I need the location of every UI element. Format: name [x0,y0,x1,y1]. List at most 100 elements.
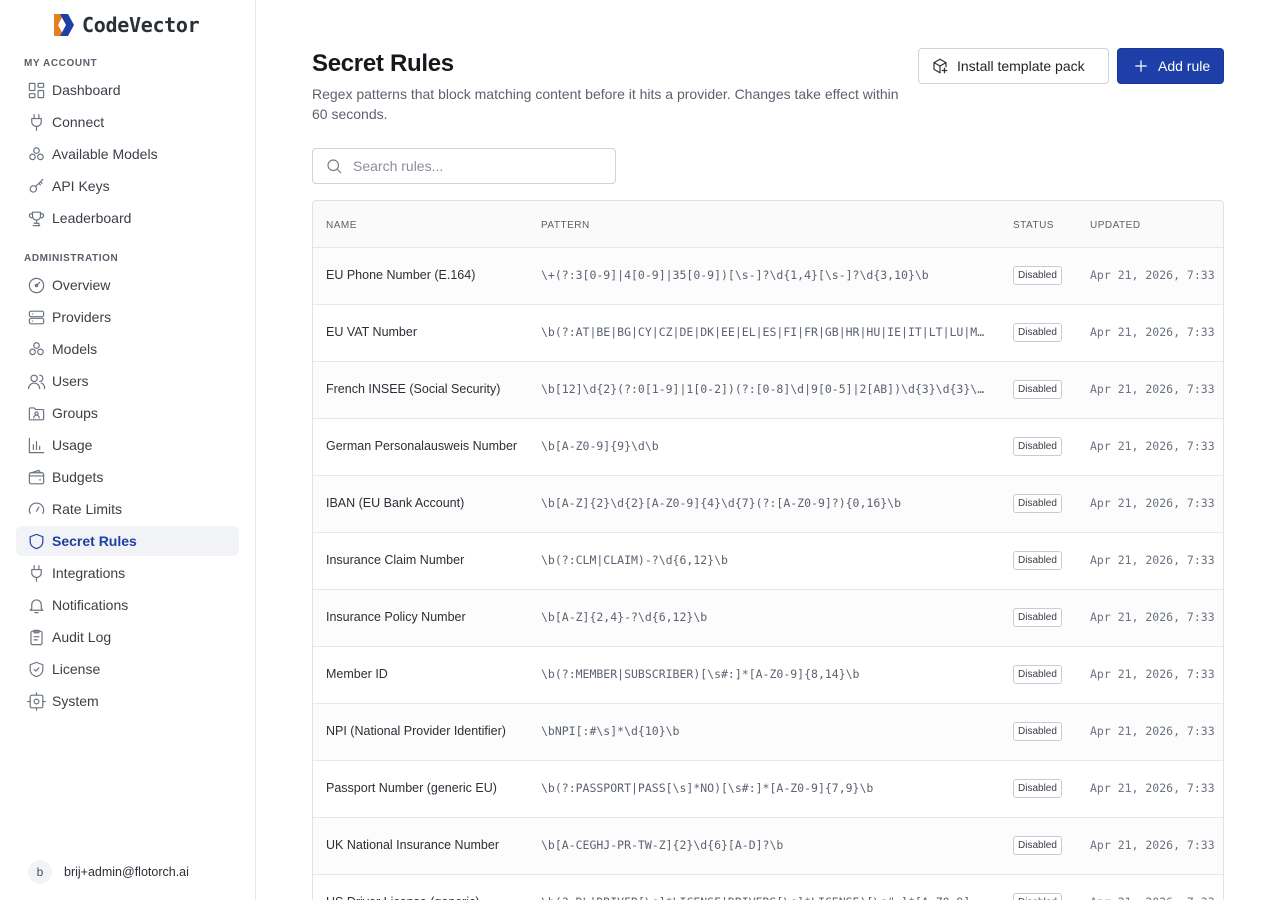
sidebar-item-groups[interactable]: Groups [16,398,239,428]
dashboard-icon [26,80,46,100]
status-badge: Disabled [1013,551,1062,570]
rule-updated: Apr 21, 2026, 7:33 [1090,553,1215,567]
sidebar-item-label: Connect [52,114,105,130]
rule-pattern: \b[A-Z0-9]{9}\d\b [541,439,659,453]
rule-name: Passport Number (generic EU) [326,781,497,795]
sidebar-item-providers[interactable]: Providers [16,302,239,332]
table-row[interactable]: Passport Number (generic EU) \b(?:PASSPOR… [313,761,1223,818]
table-row[interactable]: UK National Insurance Number \b[A-CEGHJ-P… [313,818,1223,875]
sidebar-item-budgets[interactable]: Budgets [16,462,239,492]
models-icon [26,144,46,164]
wallet-icon [26,467,46,487]
shield-check-icon [26,659,46,679]
rule-pattern: \b(?:PASSPORT|PASS[\s]*NO)[\s#:]*[A-Z0-9… [541,781,874,795]
search-input[interactable] [353,158,603,174]
sidebar-item-secret-rules[interactable]: Secret Rules [16,526,239,556]
sidebar-item-label: Models [52,341,98,357]
rule-name: EU VAT Number [326,325,417,339]
sidebar-item-models[interactable]: Models [16,334,239,364]
table-row[interactable]: IBAN (EU Bank Account) \b[A-Z]{2}\d{2}[A-… [313,476,1223,533]
sidebar-item-label: Integrations [52,565,126,581]
rule-updated: Apr 21, 2026, 7:33 [1090,667,1215,681]
rule-pattern: \b[A-CEGHJ-PR-TW-Z]{2}\d{6}[A-D]?\b [541,838,784,852]
table-row[interactable]: EU Phone Number (E.164) \+(?:3[0-9]|4[0-9… [313,248,1223,305]
install-template-pack-button[interactable]: Install template pack [918,48,1109,84]
rule-updated: Apr 21, 2026, 7:33 [1090,325,1215,339]
sidebar: CodeVector MY ACCOUNT Dashboard Connect Av… [0,0,256,900]
sidebar-item-notifications[interactable]: Notifications [16,590,239,620]
server-icon [26,307,46,327]
rule-pattern: \b[A-Z]{2}\d{2}[A-Z0-9]{4}\d{7}(?:[A-Z0-… [541,496,902,510]
sidebar-item-label: License [52,661,101,677]
rule-pattern: \b(?:DL|DRIVER[\s]*LICENSE|DRIVERS[\s]*L… [541,895,989,900]
plus-icon [1135,60,1147,72]
sidebar-item-connect[interactable]: Connect [16,107,239,137]
sidebar-item-integrations[interactable]: Integrations [16,558,239,588]
user-menu[interactable]: b brij+admin@flotorch.ai [28,860,189,884]
status-badge: Disabled [1013,266,1062,285]
sidebar-item-license[interactable]: License [16,654,239,684]
table-row[interactable]: NPI (National Provider Identifier) \bNPI[… [313,704,1223,761]
rule-updated: Apr 21, 2026, 7:33 [1090,781,1215,795]
rule-pattern: \b[12]\d{2}(?:0[1-9]|1[0-2])(?:[0-8]\d|9… [541,382,989,396]
sidebar-item-usage[interactable]: Usage [16,430,239,460]
rule-pattern: \bNPI[:#\s]*\d{10}\b [541,724,680,738]
rule-name: Insurance Claim Number [326,553,465,567]
bell-icon [26,595,46,615]
sidebar-item-label: Budgets [52,469,104,485]
sidebar-item-label: Audit Log [52,629,112,645]
column-header-updated[interactable]: UPDATED [1090,220,1141,231]
table-header: NAME PATTERN STATUS UPDATED [313,201,1223,248]
rule-updated: Apr 21, 2026, 7:33 [1090,838,1215,852]
sidebar-item-leaderboard[interactable]: Leaderboard [16,203,239,233]
table-row[interactable]: French INSEE (Social Security) \b[12]\d{2… [313,362,1223,419]
rule-updated: Apr 21, 2026, 7:33 [1090,610,1215,624]
table-row[interactable]: German Personalausweis Number \b[A-Z0-9]{… [313,419,1223,476]
sidebar-item-label: System [52,693,99,709]
rule-name: German Personalausweis Number [326,439,518,453]
search-icon [327,159,342,174]
models-icon [26,339,46,359]
package-plus-icon [933,58,948,74]
sidebar-item-available-models[interactable]: Available Models [16,139,239,169]
sidebar-item-label: Dashboard [52,82,121,98]
section-label-administration: ADMINISTRATION [24,253,119,264]
rule-updated: Apr 21, 2026, 7:33 [1090,895,1215,900]
search-box[interactable] [312,148,616,184]
shield-icon [26,531,46,551]
app-name: CodeVector [82,13,200,37]
logo[interactable]: CodeVector [52,11,200,39]
sidebar-item-label: Groups [52,405,98,421]
sidebar-item-system[interactable]: System [16,686,239,716]
section-label-my-account: MY ACCOUNT [24,58,98,69]
status-badge: Disabled [1013,608,1062,627]
rule-updated: Apr 21, 2026, 7:33 [1090,724,1215,738]
table-row[interactable]: Insurance Policy Number \b[A-Z]{2,4}-?\d{… [313,590,1223,647]
table-row[interactable]: EU VAT Number \b(?:AT|BE|BG|CY|CZ|DE|DK|E… [313,305,1223,362]
sidebar-item-audit-log[interactable]: Audit Log [16,622,239,652]
column-header-status[interactable]: STATUS [1013,220,1054,231]
avatar: b [28,860,52,884]
add-rule-label: Add rule [1158,58,1211,74]
sidebar-item-api-keys[interactable]: API Keys [16,171,239,201]
table-row[interactable]: Member ID \b(?:MEMBER|SUBSCRIBER)[\s#:]*[… [313,647,1223,704]
status-badge: Disabled [1013,893,1062,900]
column-header-pattern[interactable]: PATTERN [541,220,590,231]
status-badge: Disabled [1013,380,1062,399]
rule-pattern: \b(?:MEMBER|SUBSCRIBER)[\s#:]*[A-Z0-9]{8… [541,667,860,681]
rule-pattern: \b[A-Z]{2,4}-?\d{6,12}\b [541,610,708,624]
status-badge: Disabled [1013,665,1062,684]
rule-name: UK National Insurance Number [326,838,499,852]
rule-pattern: \b(?:AT|BE|BG|CY|CZ|DE|DK|EE|EL|ES|FI|FR… [541,325,989,339]
sidebar-item-overview[interactable]: Overview [16,270,239,300]
sidebar-item-users[interactable]: Users [16,366,239,396]
table-row[interactable]: Insurance Claim Number \b(?:CLM|CLAIM)-?\… [313,533,1223,590]
add-rule-button[interactable]: Add rule [1117,48,1224,84]
column-header-name[interactable]: NAME [326,220,357,231]
rule-pattern: \+(?:3[0-9]|4[0-9]|35[0-9])[\s-]?\d{1,4}… [541,268,929,282]
sidebar-item-dashboard[interactable]: Dashboard [16,75,239,105]
sidebar-item-label: Rate Limits [52,501,123,517]
table-row[interactable]: US Driver License (generic) \b(?:DL|DRIVE… [313,875,1223,900]
sidebar-item-rate-limits[interactable]: Rate Limits [16,494,239,524]
sidebar-item-label: Providers [52,309,112,325]
